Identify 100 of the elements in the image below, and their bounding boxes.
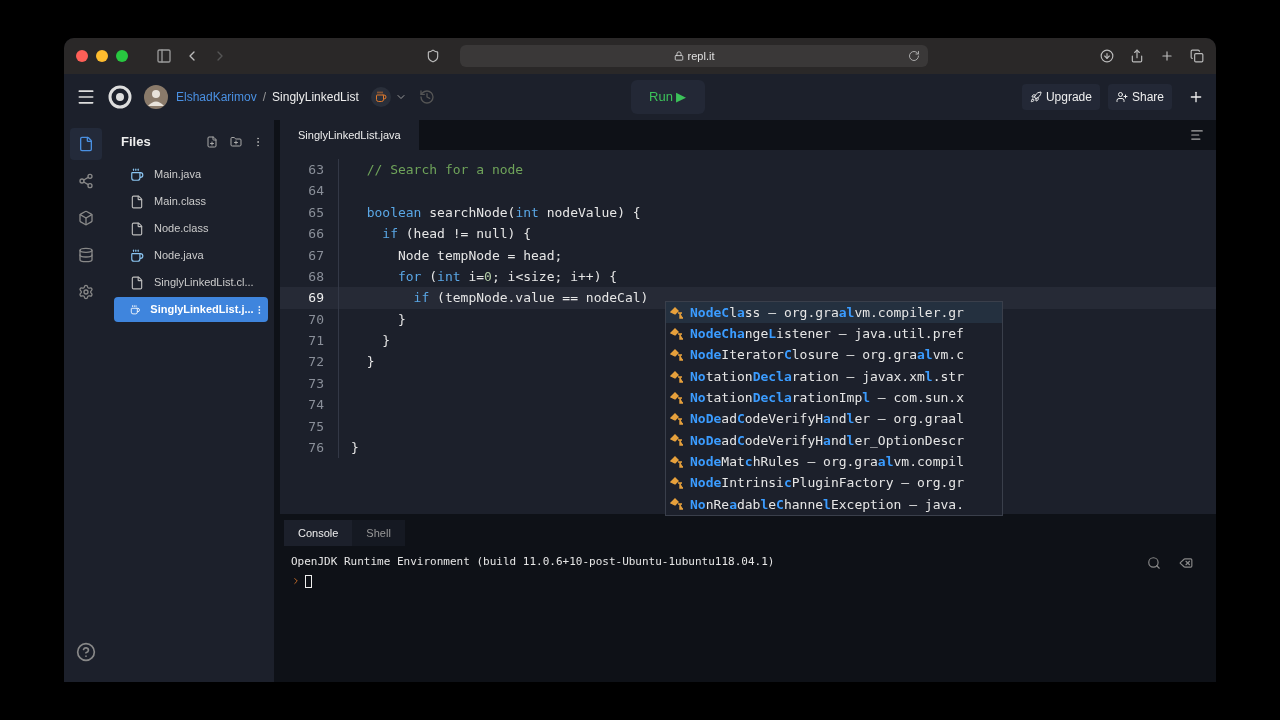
suggestion-text: NoDeadCodeVerifyHandler_OptionDescr bbox=[690, 431, 964, 450]
file-icon bbox=[130, 221, 144, 236]
logo-icon[interactable] bbox=[108, 85, 132, 109]
suggestion-text: NodeIteratorClosure – org.graalvm.c bbox=[690, 346, 964, 365]
new-folder-icon[interactable] bbox=[230, 136, 242, 148]
coffee-icon bbox=[130, 302, 141, 317]
code-line: if (tempNode.value == nodeCal) bbox=[412, 289, 649, 308]
suggestion-item[interactable]: NoDeadCodeVerifyHandler – org.graal bbox=[666, 408, 1002, 430]
suggestion-item[interactable]: NonReadableChannelException – java. bbox=[666, 493, 1002, 515]
editor-tab[interactable]: SinglyLinkedList.java bbox=[280, 120, 419, 150]
repl-name[interactable]: SinglyLinkedList bbox=[272, 88, 359, 106]
file-name: Node.class bbox=[154, 221, 209, 237]
line-number: 71 bbox=[307, 332, 324, 351]
suggestion-text: NodeMatchRules – org.graalvm.compil bbox=[690, 452, 964, 471]
suggestion-item[interactable]: NodeMatchRules – org.graalvm.compil bbox=[666, 451, 1002, 473]
suggestion-item[interactable]: NodeIteratorClosure – org.graalvm.c bbox=[666, 344, 1002, 366]
line-number: 70 bbox=[307, 310, 324, 329]
file-item[interactable]: Main.java bbox=[114, 162, 268, 187]
suggestion-item[interactable]: NotationDeclarationImpl – com.sun.x bbox=[666, 387, 1002, 409]
add-user-icon bbox=[1115, 91, 1128, 103]
download-icon[interactable] bbox=[1100, 49, 1114, 63]
suggestion-text: NodeChangeListener – java.util.pref bbox=[690, 325, 964, 344]
file-item[interactable]: Main.class bbox=[114, 189, 268, 214]
console-tab[interactable]: Console bbox=[284, 520, 353, 546]
sidebar-icon[interactable] bbox=[156, 48, 172, 64]
file-item[interactable]: Node.class bbox=[114, 216, 268, 241]
suggestion-text: NotationDeclaration – javax.xml.str bbox=[690, 367, 964, 386]
shield-icon[interactable] bbox=[426, 49, 440, 63]
suggestion-text: NodeClass – org.graalvm.compiler.gr bbox=[690, 303, 964, 322]
avatar[interactable] bbox=[144, 85, 168, 109]
maximize-icon[interactable] bbox=[116, 50, 128, 62]
files-tab[interactable] bbox=[70, 128, 102, 160]
address-bar[interactable]: repl.it bbox=[460, 45, 928, 67]
close-icon[interactable] bbox=[76, 50, 88, 62]
file-name: Node.java bbox=[154, 248, 204, 264]
language-icon bbox=[370, 87, 391, 107]
prompt-icon bbox=[291, 576, 301, 586]
suggestion-text: NodeIntrinsicPluginFactory – org.gr bbox=[690, 474, 964, 493]
line-number: 75 bbox=[307, 417, 324, 436]
coffee-icon bbox=[130, 167, 144, 182]
file-name: SinglyLinkedList.j... bbox=[150, 302, 254, 318]
minimize-icon[interactable] bbox=[96, 50, 108, 62]
suggestion-item[interactable]: NodeIntrinsicPluginFactory – org.gr bbox=[666, 472, 1002, 494]
help-icon[interactable] bbox=[76, 642, 96, 662]
console-tab[interactable]: Shell bbox=[352, 520, 405, 546]
lock-icon bbox=[673, 51, 684, 61]
class-icon bbox=[670, 477, 684, 489]
code-line: } bbox=[351, 439, 359, 457]
file-name: Main.class bbox=[154, 194, 206, 210]
add-icon[interactable] bbox=[1188, 89, 1204, 105]
code-line: } bbox=[365, 353, 375, 372]
suggestion-item[interactable]: NodeChangeListener – java.util.pref bbox=[666, 323, 1002, 345]
file-icon bbox=[130, 275, 144, 290]
package-icon[interactable] bbox=[78, 210, 94, 226]
user-link[interactable]: ElshadKarimov bbox=[176, 88, 257, 106]
suggestion-item[interactable]: NotationDeclaration – javax.xml.str bbox=[666, 365, 1002, 388]
file-name: Main.java bbox=[154, 167, 202, 183]
new-tab-icon[interactable] bbox=[1160, 49, 1174, 63]
tabs-icon[interactable] bbox=[1190, 49, 1204, 63]
class-icon bbox=[670, 413, 684, 426]
class-icon bbox=[670, 391, 684, 404]
outline-icon[interactable] bbox=[1190, 128, 1204, 142]
menu-icon[interactable] bbox=[76, 87, 96, 107]
coffee-icon bbox=[130, 248, 144, 263]
code-line: boolean searchNode(int nodeValue) { bbox=[365, 203, 641, 222]
new-file-icon[interactable] bbox=[206, 136, 218, 148]
code-line: // Search for a node bbox=[365, 160, 524, 179]
class-icon bbox=[670, 455, 684, 468]
suggestion-item[interactable]: NodeClass – org.graalvm.compiler.gr bbox=[666, 302, 1002, 324]
line-number: 73 bbox=[307, 374, 324, 393]
run-button[interactable]: Run ▶ bbox=[630, 80, 705, 114]
line-number: 67 bbox=[307, 246, 324, 265]
rocket-icon bbox=[1029, 91, 1042, 103]
share-icon[interactable] bbox=[1130, 49, 1144, 63]
suggestion-text: NonReadableChannelException – java. bbox=[690, 495, 964, 514]
settings-icon[interactable] bbox=[78, 284, 94, 300]
suggestion-text: NoDeadCodeVerifyHandler – org.graal bbox=[690, 410, 964, 429]
breadcrumb-separator: / bbox=[262, 89, 267, 106]
share-nodes-icon[interactable] bbox=[78, 173, 94, 189]
code-line: Node tempNode = head; bbox=[396, 246, 563, 265]
code-editor[interactable] bbox=[280, 150, 1216, 514]
suggestion-item[interactable]: NoDeadCodeVerifyHandler_OptionDescr bbox=[666, 429, 1002, 452]
cursor bbox=[305, 574, 312, 588]
file-item[interactable]: Node.java bbox=[114, 243, 268, 268]
database-icon[interactable] bbox=[78, 247, 94, 263]
code-line: } bbox=[396, 310, 406, 329]
code-line: } bbox=[381, 332, 391, 351]
upgrade-button[interactable]: Upgrade bbox=[1021, 84, 1100, 110]
share-button[interactable]: Share bbox=[1107, 84, 1172, 110]
file-icon bbox=[78, 136, 94, 152]
address-text: repl.it bbox=[687, 48, 715, 64]
class-icon bbox=[670, 349, 684, 362]
clear-icon[interactable] bbox=[1179, 556, 1193, 570]
file-item[interactable]: SinglyLinkedList.cl... bbox=[114, 270, 268, 295]
reload-icon[interactable] bbox=[908, 50, 920, 62]
line-number: 63 bbox=[307, 160, 324, 179]
line-number: 68 bbox=[307, 267, 324, 286]
file-icon bbox=[130, 194, 144, 209]
file-item[interactable]: SinglyLinkedList.j... bbox=[114, 297, 268, 322]
search-icon[interactable] bbox=[1147, 556, 1161, 570]
